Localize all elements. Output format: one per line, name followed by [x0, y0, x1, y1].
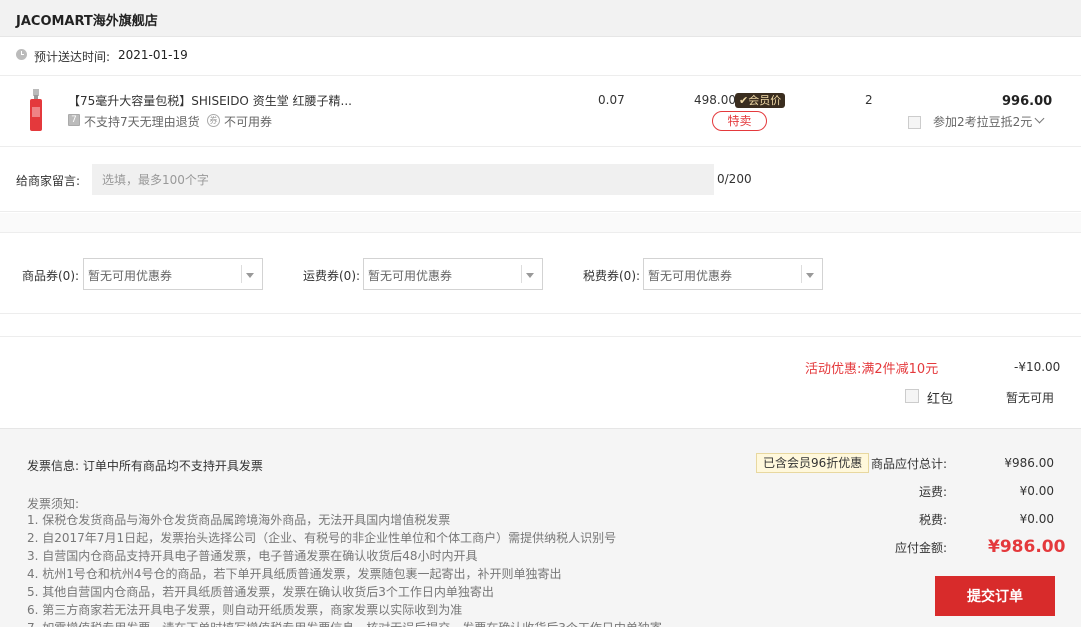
red-packet-checkbox[interactable] — [905, 389, 919, 403]
tax-coupon-select[interactable]: 暂无可用优惠券 — [643, 258, 823, 290]
discount-row — [0, 338, 1081, 428]
member-badge-label: 会员价 — [748, 94, 782, 107]
caret-down-icon — [526, 273, 534, 278]
red-packet-value: 暂无可用 — [1006, 391, 1055, 405]
section-divider — [0, 315, 1081, 337]
subtotal-label: 商品应付总计: — [870, 457, 947, 471]
caret-down-icon — [246, 273, 254, 278]
shipping-label: 运费: — [918, 485, 947, 499]
payable-amount: ¥986.00 — [988, 537, 1066, 557]
shipping-value: ¥0.00 — [1019, 484, 1054, 498]
message-input[interactable] — [92, 164, 714, 195]
promo-rule: 满2件减10元 — [861, 362, 939, 377]
no-coupon-icon: 券 — [207, 114, 220, 127]
shipping-coupon-label: 运费券(0): — [303, 269, 361, 283]
product-price: 498.00 — [694, 93, 736, 107]
member-price-badge: ✔会员价 — [735, 93, 786, 108]
product-title[interactable]: 【75毫升大容量包税】SHISEIDO 资生堂 红腰子精... — [68, 92, 352, 109]
tax-coupon-value: 暂无可用优惠券 — [648, 269, 733, 283]
caret-down-icon — [806, 273, 814, 278]
product-quantity: 2 — [865, 93, 873, 107]
shipping-coupon-value: 暂无可用优惠券 — [368, 269, 453, 283]
product-row — [0, 77, 1081, 147]
invoice-note: 6. 第三方商家若无法开具电子发票，则自动开纸质发票，商家发票以实际收到为准 — [27, 603, 463, 617]
promo-value: -¥10.00 — [1014, 360, 1061, 374]
product-coupon-label: 商品券(0): — [22, 269, 80, 283]
message-counter: 0/200 — [717, 172, 752, 186]
coupon-policy: 不可用券 — [224, 115, 273, 129]
invoice-note: 5. 其他自营国内仓商品，若开具纸质普通发票，发票在确认收货后3个工作日内单独寄… — [27, 585, 494, 599]
beans-label[interactable]: 参加2考拉豆抵2元 — [933, 113, 1032, 130]
red-packet-label[interactable]: 红包 — [927, 388, 953, 407]
tax-coupon-label: 税费券(0): — [583, 269, 641, 283]
clock-icon — [16, 49, 27, 60]
promo-label: 活动优惠: — [805, 362, 862, 377]
tax-label: 税费: — [918, 513, 947, 527]
invoice-note: 4. 杭州1号仓和杭州4号仓的商品，若下单开具纸质普通发票，发票随包裹一起寄出，… — [27, 567, 562, 581]
message-label: 给商家留言: — [16, 174, 81, 188]
tax-value: ¥0.00 — [1019, 512, 1054, 526]
submit-order-button[interactable]: 提交订单 — [935, 576, 1055, 616]
invoice-note: 2. 自2017年7月1日起，发票抬头选择公司（企业、有税号的非企业性单位和个体… — [27, 531, 617, 545]
check-icon: ✔ — [739, 94, 749, 107]
invoice-info: 发票信息: 订单中所有商品均不支持开具发票 — [27, 459, 263, 473]
return-policy: 不支持7天无理由退货 — [84, 115, 200, 129]
special-sale-tag: 特卖 — [712, 111, 767, 131]
store-name[interactable]: JACOMART海外旗舰店 — [16, 10, 158, 29]
delivery-date: 2021-01-19 — [118, 48, 188, 62]
no-return-icon: 7 — [68, 114, 80, 126]
shipping-coupon-select[interactable]: 暂无可用优惠券 — [363, 258, 543, 290]
product-image[interactable] — [24, 89, 48, 131]
store-header — [0, 0, 1081, 37]
payable-label: 应付金额: — [894, 541, 947, 555]
section-divider — [0, 213, 1081, 233]
promo-text: 活动优惠:满2件减10元 — [805, 358, 938, 377]
delivery-label: 预计送达时间: — [34, 50, 111, 64]
invoice-note: 1. 保税仓发货商品与海外仓发货商品属跨境海外商品，无法开具国内增值税发票 — [27, 513, 451, 527]
product-total: 996.00 — [1002, 94, 1053, 109]
product-coupon-value: 暂无可用优惠券 — [88, 269, 173, 283]
product-coupon-select[interactable]: 暂无可用优惠券 — [83, 258, 263, 290]
invoice-notes-title: 发票须知: — [27, 497, 80, 511]
product-weight: 0.07 — [598, 93, 625, 107]
member-discount-badge: 已含会员96折优惠 — [756, 453, 870, 473]
invoice-note: 7. 如需增值税专用发票，请在下单时填写增值税专用发票信息，核对无误后提交，发票… — [27, 619, 662, 627]
invoice-note: 3. 自营国内仓商品支持开具电子普通发票，电子普通发票在确认收货后48小时内开具 — [27, 549, 478, 563]
subtotal-value: ¥986.00 — [1004, 456, 1054, 470]
beans-checkbox[interactable] — [908, 116, 921, 129]
